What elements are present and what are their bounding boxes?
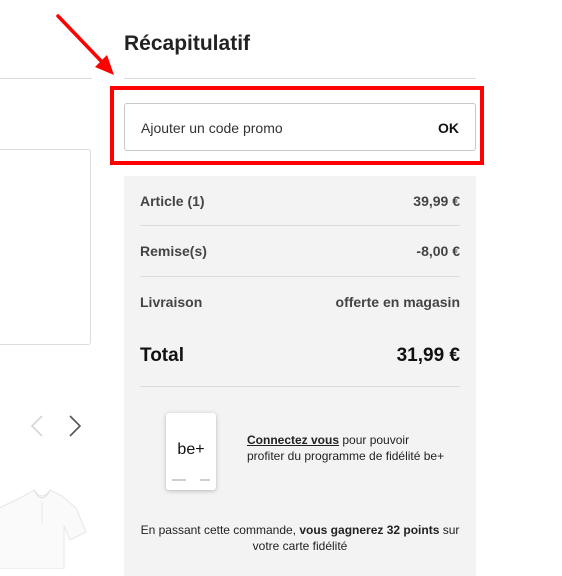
points-message: En passant cette commande, vous gagnerez… xyxy=(134,522,466,554)
row-label: Article (1) xyxy=(140,193,205,209)
order-summary-panel: Article (1) 39,99 € Remise(s) -8,00 € Li… xyxy=(124,176,476,576)
promo-code-placeholder[interactable]: Ajouter un code promo xyxy=(141,120,283,136)
loyalty-card-brand: be+ xyxy=(177,441,205,458)
left-divider xyxy=(0,78,92,79)
total-label: Total xyxy=(140,345,184,366)
summary-title: Récapitulatif xyxy=(124,32,251,55)
promo-ok-button[interactable]: OK xyxy=(438,120,459,136)
product-thumbnail[interactable] xyxy=(0,480,90,570)
card-fineprint xyxy=(172,479,186,481)
row-divider xyxy=(140,225,460,226)
row-label: Remise(s) xyxy=(140,243,207,259)
row-value: 39,99 € xyxy=(413,193,460,209)
connect-link[interactable]: Connectez vous xyxy=(247,433,339,447)
loyalty-message: Connectez vous pour pouvoir profiter du … xyxy=(247,432,447,464)
chevron-left-icon[interactable] xyxy=(26,414,50,438)
row-divider xyxy=(140,276,460,277)
promo-code-field[interactable]: Ajouter un code promo OK xyxy=(124,103,476,151)
row-label: Livraison xyxy=(140,294,203,310)
card-fineprint xyxy=(200,479,210,481)
row-value: -8,00 € xyxy=(416,243,460,259)
loyalty-card-image: be+ xyxy=(166,413,216,490)
chevron-right-icon[interactable] xyxy=(62,414,86,438)
total-value: 31,99 € xyxy=(396,345,460,366)
row-value: offerte en magasin xyxy=(335,294,460,310)
points-amount: vous gagnerez 32 points xyxy=(299,523,440,537)
title-divider xyxy=(124,78,476,79)
points-prefix: En passant cette commande, xyxy=(140,523,300,537)
product-panel xyxy=(0,149,91,345)
total-divider xyxy=(140,386,460,387)
